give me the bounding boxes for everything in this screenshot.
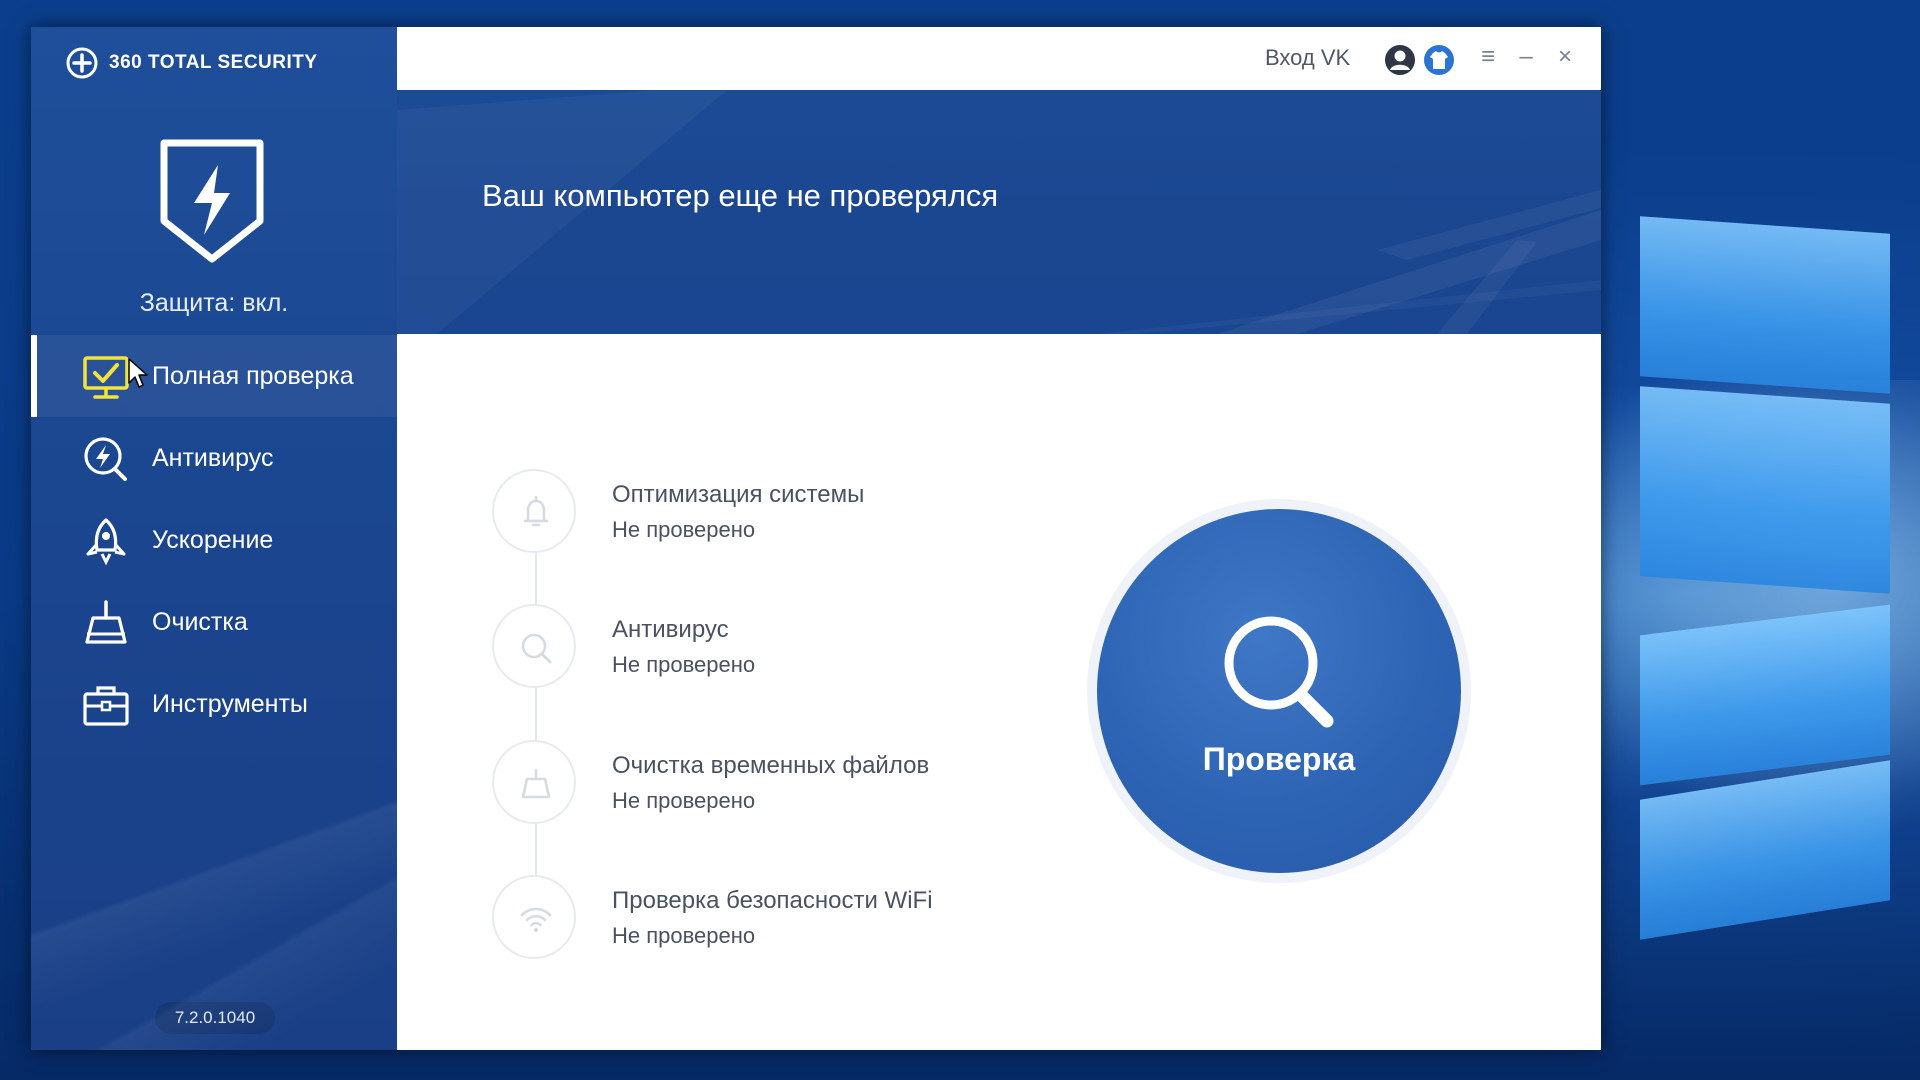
user-account-icon[interactable] — [1383, 43, 1417, 77]
minimize-button[interactable]: – — [1511, 39, 1541, 75]
main-panel: Вход VK ≡ – × Ваш компьютер еще не прове… — [397, 27, 1601, 1050]
brand: 360 TOTAL SECURITY — [65, 43, 318, 83]
login-vk-link[interactable]: Вход VK — [1265, 45, 1350, 71]
sidebar-item-speedup[interactable]: Ускорение — [31, 499, 397, 581]
titlebar: Вход VK ≡ – × — [397, 27, 1601, 91]
sidebar-nav: Полная проверка Антивирус Ускорение Очис… — [31, 335, 397, 745]
sidebar-item-label: Инструменты — [152, 689, 308, 718]
check-status: Не проверено — [612, 517, 756, 542]
check-status: Не проверено — [612, 788, 756, 813]
rocket-icon — [86, 518, 126, 566]
menu-button[interactable]: ≡ — [1473, 39, 1503, 75]
sidebar-item-label: Полная проверка — [152, 361, 354, 390]
status-banner: Ваш компьютер еще не проверялся — [397, 90, 1601, 334]
wifi-icon — [520, 907, 552, 933]
app-window: 360 TOTAL SECURITY Защита: вкл. Полная п… — [31, 27, 1601, 1050]
check-title: Очистка временных файлов — [612, 752, 930, 779]
check-title: Проверка безопасности WiFi — [612, 887, 933, 914]
check-status: Не проверено — [612, 923, 756, 948]
sidebar-item-label: Очистка — [152, 607, 248, 636]
skin-shirt-icon[interactable] — [1422, 43, 1456, 77]
check-item: Очистка временных файлов Не проверено — [492, 740, 1052, 830]
protection-status: Защита: вкл. — [139, 289, 289, 317]
check-icon-circle — [492, 740, 576, 824]
version-label: 7.2.0.1040 — [155, 1002, 275, 1034]
sidebar-item-antivirus[interactable]: Антивирус — [31, 417, 397, 499]
antivirus-bolt-icon — [84, 437, 127, 481]
scan-button-label: Проверка — [1202, 741, 1356, 777]
check-icon-circle — [492, 469, 576, 553]
scan-status-title: Ваш компьютер еще не проверялся — [482, 178, 999, 213]
check-title: Антивирус — [612, 616, 729, 643]
mouse-cursor-icon — [128, 358, 148, 388]
close-button[interactable]: × — [1550, 39, 1580, 75]
check-item: Антивирус Не проверено — [492, 604, 1052, 694]
check-list: Оптимизация системы Не проверено Антивир… — [492, 437, 1052, 959]
bell-icon — [523, 495, 549, 527]
sidebar-item-label: Ускорение — [152, 525, 274, 554]
toolbox-icon — [83, 686, 129, 726]
shield-icon — [160, 139, 264, 263]
windows-logo-pane — [1640, 216, 1890, 394]
cleanup-icon — [521, 768, 551, 799]
windows-logo-pane — [1640, 386, 1890, 594]
search-icon — [521, 633, 552, 664]
check-item: Оптимизация системы Не проверено — [492, 469, 1052, 559]
check-icon-circle — [492, 875, 576, 959]
magnifier-icon — [1224, 616, 1334, 728]
brand-name: 360 TOTAL SECURITY — [109, 52, 318, 73]
check-title: Оптимизация системы — [612, 481, 865, 508]
sidebar-item-label: Антивирус — [152, 443, 274, 472]
check-icon-circle — [492, 604, 576, 688]
sidebar-item-full-scan[interactable]: Полная проверка — [31, 335, 397, 417]
sidebar-item-cleanup[interactable]: Очистка — [31, 581, 397, 663]
sidebar-item-tools[interactable]: Инструменты — [31, 663, 397, 745]
broom-icon — [85, 600, 127, 644]
windows-logo-pane — [1640, 604, 1890, 786]
check-item: Проверка безопасности WiFi Не проверено — [492, 875, 1052, 965]
monitor-check-icon — [83, 356, 129, 399]
scan-button[interactable]: Проверка — [1097, 509, 1461, 873]
sidebar: 360 TOTAL SECURITY Защита: вкл. Полная п… — [31, 27, 397, 1050]
check-status: Не проверено — [612, 652, 756, 677]
brand-logo-icon — [66, 47, 98, 79]
